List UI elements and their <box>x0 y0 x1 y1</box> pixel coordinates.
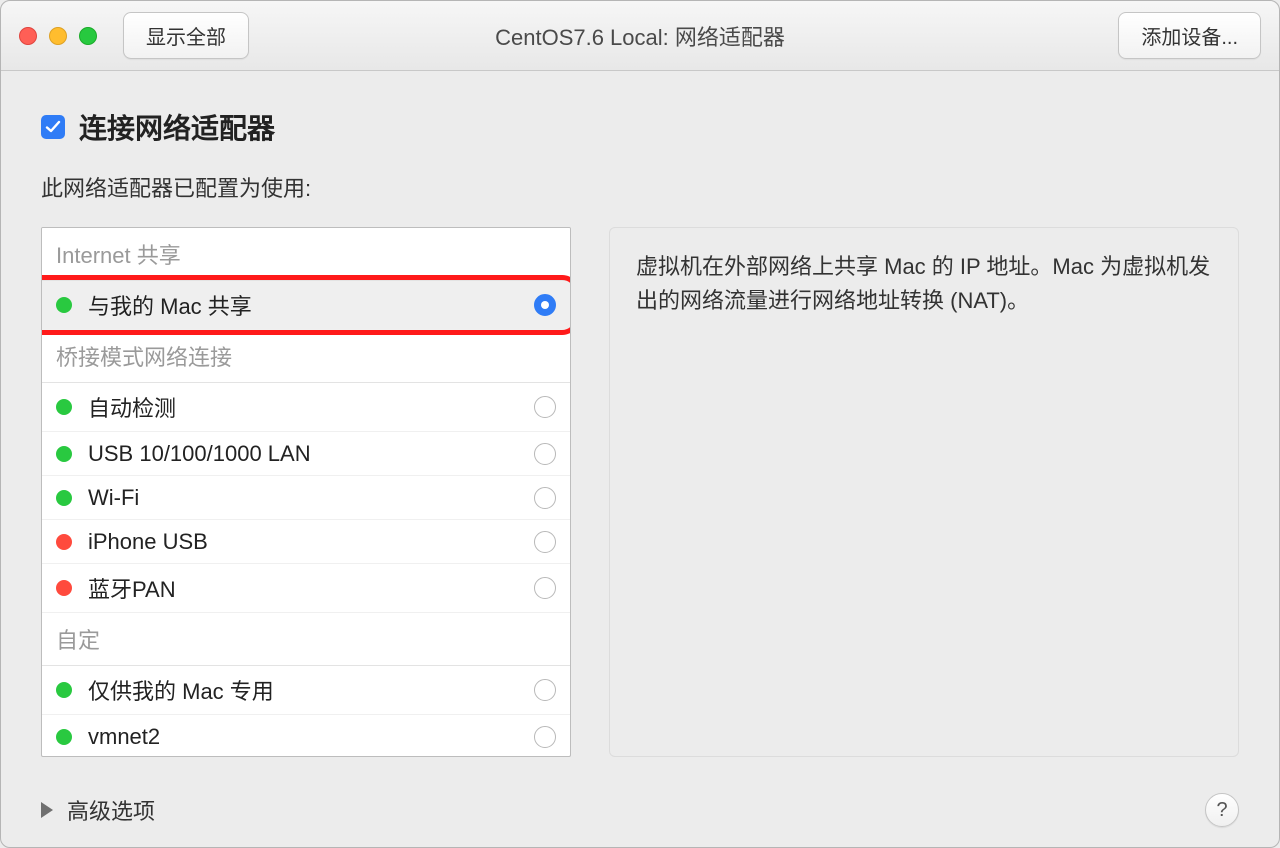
status-dot-icon <box>56 446 72 462</box>
network-option-radio[interactable] <box>534 679 556 701</box>
status-dot-icon <box>56 297 72 313</box>
show-all-button[interactable]: 显示全部 <box>123 12 249 59</box>
network-option-row[interactable]: USB 10/100/1000 LAN <box>42 432 570 476</box>
config-description: 此网络适配器已配置为使用: <box>41 171 1239 203</box>
network-option-label: 仅供我的 Mac 专用 <box>88 674 518 706</box>
advanced-options-label: 高级选项 <box>67 794 155 826</box>
group-header: 桥接模式网络连接 <box>42 330 570 383</box>
network-options-list: Internet 共享与我的 Mac 共享桥接模式网络连接自动检测 USB 10/… <box>41 227 571 757</box>
network-option-row[interactable]: vmnet2 <box>42 715 570 756</box>
network-option-label: Wi-Fi <box>88 485 518 511</box>
status-dot-icon <box>56 490 72 506</box>
group-header: Internet 共享 <box>42 228 570 281</box>
connect-adapter-row: 连接网络适配器 <box>41 107 1239 147</box>
minimize-icon[interactable] <box>49 27 67 45</box>
network-option-row[interactable]: Wi-Fi <box>42 476 570 520</box>
network-option-radio[interactable] <box>534 726 556 748</box>
network-option-label: USB 10/100/1000 LAN <box>88 441 518 467</box>
network-option-row[interactable]: 仅供我的 Mac 专用 <box>42 666 570 715</box>
network-option-radio[interactable] <box>534 294 556 316</box>
status-dot-icon <box>56 534 72 550</box>
close-icon[interactable] <box>19 27 37 45</box>
status-dot-icon <box>56 682 72 698</box>
titlebar: 显示全部 CentOS7.6 Local: 网络适配器 添加设备... <box>1 1 1279 71</box>
settings-window: 显示全部 CentOS7.6 Local: 网络适配器 添加设备... 连接网络… <box>0 0 1280 848</box>
window-controls <box>19 27 97 45</box>
status-dot-icon <box>56 580 72 596</box>
network-option-radio[interactable] <box>534 531 556 553</box>
network-option-label: 与我的 Mac 共享 <box>88 289 518 321</box>
group-header: 自定 <box>42 613 570 666</box>
network-option-row[interactable]: 自动检测 <box>42 383 570 432</box>
network-option-radio[interactable] <box>534 396 556 418</box>
content-area: 连接网络适配器 此网络适配器已配置为使用: Internet 共享与我的 Mac… <box>1 71 1279 847</box>
status-dot-icon <box>56 399 72 415</box>
network-option-row[interactable]: 与我的 Mac 共享 <box>42 281 570 330</box>
option-description-panel: 虚拟机在外部网络上共享 Mac 的 IP 地址。Mac 为虚拟机发出的网络流量进… <box>609 227 1239 757</box>
network-option-label: 自动检测 <box>88 391 518 423</box>
maximize-icon[interactable] <box>79 27 97 45</box>
network-option-label: 蓝牙PAN <box>88 572 518 604</box>
advanced-options-disclosure[interactable]: 高级选项 <box>41 794 155 826</box>
network-option-radio[interactable] <box>534 443 556 465</box>
triangle-right-icon <box>41 802 53 818</box>
network-option-label: vmnet2 <box>88 724 518 750</box>
help-button[interactable]: ? <box>1205 793 1239 827</box>
check-icon <box>45 119 61 135</box>
network-option-radio[interactable] <box>534 487 556 509</box>
add-device-button[interactable]: 添加设备... <box>1118 12 1261 59</box>
connect-adapter-checkbox[interactable] <box>41 115 65 139</box>
network-option-radio[interactable] <box>534 577 556 599</box>
network-option-row[interactable]: 蓝牙PAN <box>42 564 570 613</box>
network-option-row[interactable]: iPhone USB <box>42 520 570 564</box>
status-dot-icon <box>56 729 72 745</box>
connect-adapter-label: 连接网络适配器 <box>79 107 275 147</box>
network-option-label: iPhone USB <box>88 529 518 555</box>
